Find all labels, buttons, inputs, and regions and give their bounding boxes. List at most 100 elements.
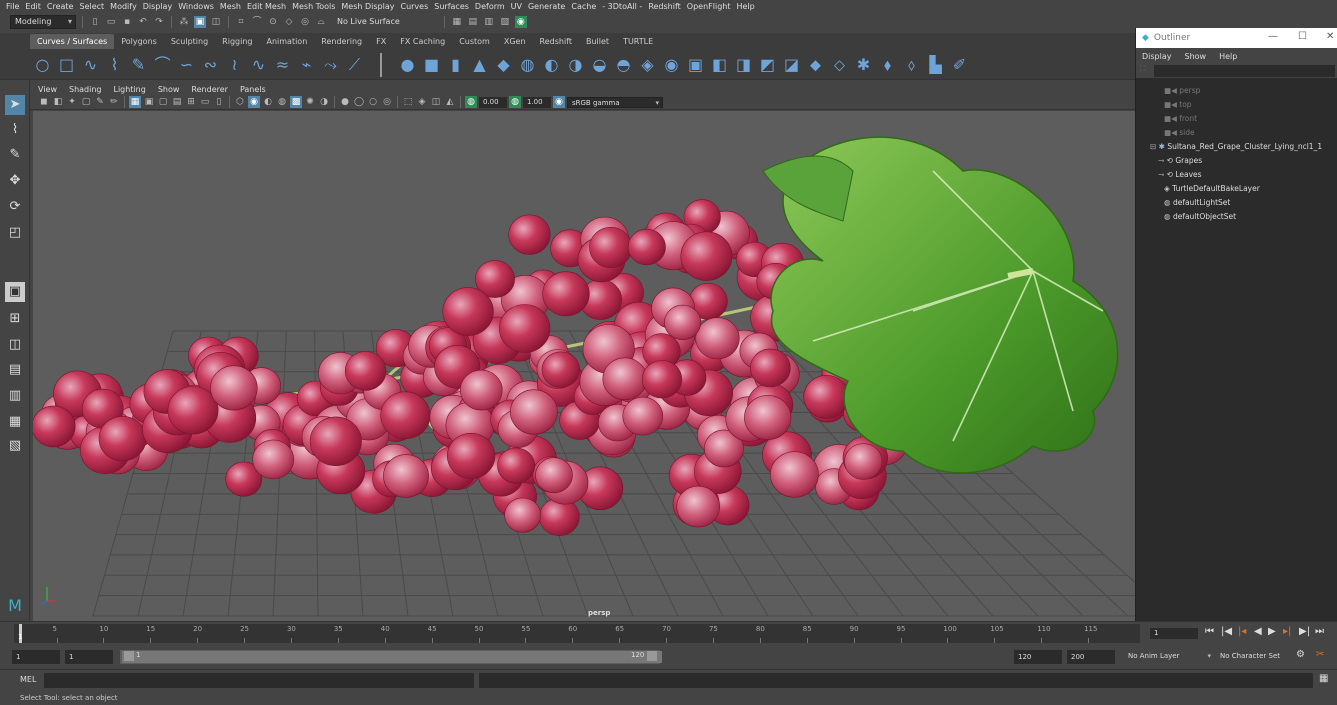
collapse-icon[interactable]: ⊟ bbox=[1150, 142, 1159, 151]
paint-select-tool-icon[interactable]: ✎ bbox=[5, 145, 25, 165]
mode-dropdown[interactable]: Modeling ▾ bbox=[10, 14, 76, 29]
scale-tool-icon[interactable]: ◰ bbox=[5, 223, 25, 243]
attach-surface-icon[interactable]: ⬨ bbox=[903, 56, 920, 73]
menu-openflight[interactable]: OpenFlight bbox=[687, 2, 737, 11]
fillet-curve-icon[interactable]: ⌁ bbox=[298, 56, 315, 73]
safe-title-icon[interactable]: ▯ bbox=[213, 96, 225, 108]
ep-curve-icon[interactable]: ∿ bbox=[82, 56, 99, 73]
panel-menu-view[interactable]: View bbox=[38, 85, 69, 94]
sculpt-geometry-icon[interactable]: ✱ bbox=[855, 56, 872, 73]
birail-icon[interactable]: ◈ bbox=[639, 56, 656, 73]
lasso-tool-icon[interactable]: ⌇ bbox=[5, 120, 25, 140]
render-icon[interactable]: ▤ bbox=[467, 16, 479, 28]
shadows-icon[interactable]: ◑ bbox=[318, 96, 330, 108]
menu-display[interactable]: Display bbox=[143, 2, 179, 11]
select-object-icon[interactable]: ▣ bbox=[194, 15, 206, 28]
nurbs-square-icon[interactable]: □ bbox=[58, 56, 75, 73]
smooth-shade-icon[interactable]: ◉ bbox=[248, 96, 260, 108]
hypershade-layout-icon[interactable]: ▦ bbox=[5, 412, 25, 432]
color-management-icon[interactable]: ◉ bbox=[553, 96, 565, 108]
step-back-key-icon[interactable]: |◀ bbox=[1221, 626, 1232, 637]
detach-curve-icon[interactable]: ≀ bbox=[226, 56, 243, 73]
stitch-icon[interactable]: ⬦ bbox=[831, 56, 848, 73]
extrude-icon[interactable]: ◓ bbox=[615, 56, 632, 73]
panel-menu-panels[interactable]: Panels bbox=[240, 85, 278, 94]
maximize-icon[interactable]: ☐ bbox=[1298, 31, 1307, 42]
motion-blur-icon[interactable]: ◈ bbox=[416, 96, 428, 108]
bevel-plus-icon[interactable]: ◧ bbox=[711, 56, 728, 73]
detach-surface-icon[interactable]: ▙ bbox=[927, 56, 944, 73]
shelf-tab-rigging[interactable]: Rigging bbox=[215, 34, 259, 49]
panel-menu-shading[interactable]: Shading bbox=[69, 85, 114, 94]
panel-menu-lighting[interactable]: Lighting bbox=[113, 85, 157, 94]
exposure-field[interactable]: 0.00 bbox=[479, 96, 507, 108]
shelf-tab-fx[interactable]: FX bbox=[369, 34, 393, 49]
safe-action-icon[interactable]: ▭ bbox=[199, 96, 211, 108]
depth-of-field-icon[interactable]: ◭ bbox=[444, 96, 456, 108]
auto-key-icon[interactable]: ⚙ bbox=[1296, 649, 1305, 660]
anti-alias-icon[interactable]: ◫ bbox=[430, 96, 442, 108]
time-slider-track[interactable]: 1 5 10 15 20 25 30 35 40 45 50 55 60 65 70 75 80 85 90 95 1… bbox=[14, 624, 1140, 643]
command-input[interactable] bbox=[44, 673, 474, 688]
nurbs-cylinder-icon[interactable]: ▮ bbox=[447, 56, 464, 73]
gamma-field[interactable]: 1.00 bbox=[523, 96, 551, 108]
xray-joints-icon[interactable]: ◯ bbox=[353, 96, 365, 108]
nurbs-circle-icon[interactable]: ○ bbox=[34, 56, 51, 73]
select-hierarchy-icon[interactable]: ⁂ bbox=[178, 16, 190, 28]
menu-file[interactable]: File bbox=[6, 2, 25, 11]
outliner-menu-show[interactable]: Show bbox=[1185, 52, 1207, 61]
intersect-icon[interactable]: ⬥ bbox=[807, 56, 824, 73]
boundary-icon[interactable]: ◉ bbox=[663, 56, 680, 73]
arc-icon[interactable]: ⌒ bbox=[154, 56, 171, 73]
go-to-start-icon[interactable]: ⏮ bbox=[1205, 626, 1214, 637]
outliner-item[interactable]: ■◀ top bbox=[1164, 98, 1192, 111]
nurbs-cone-icon[interactable]: ▲ bbox=[471, 56, 488, 73]
script-editor-icon[interactable]: ▦ bbox=[1319, 673, 1328, 684]
shelf-tab-xgen[interactable]: XGen bbox=[497, 34, 533, 49]
new-scene-icon[interactable]: ▯ bbox=[89, 16, 101, 28]
menu-cache[interactable]: Cache bbox=[571, 2, 602, 11]
play-forward-icon[interactable]: ▶ bbox=[1268, 626, 1276, 637]
rebuild-curve-icon[interactable]: ∿ bbox=[250, 56, 267, 73]
outliner-item[interactable]: ◍ defaultLightSet bbox=[1164, 196, 1230, 209]
play-backward-icon[interactable]: ◀ bbox=[1254, 626, 1262, 637]
rebuild-surface-icon[interactable]: ⬧ bbox=[879, 56, 896, 73]
viewport-persp[interactable]: persp bbox=[33, 111, 1135, 621]
time-slider[interactable]: 1 5 10 15 20 25 30 35 40 45 50 55 60 65 70 75 80 85 90 95 1… bbox=[0, 621, 1337, 644]
select-component-icon[interactable]: ◫ bbox=[210, 16, 222, 28]
menu-edit[interactable]: Edit bbox=[25, 2, 47, 11]
save-scene-icon[interactable]: ▪ bbox=[121, 16, 133, 28]
film-gate-icon[interactable]: ▣ bbox=[143, 96, 155, 108]
outliner-item[interactable]: ⊸ ⟲ Grapes bbox=[1158, 154, 1202, 167]
live-icon[interactable]: ⌓ bbox=[315, 16, 327, 28]
scene-canvas[interactable] bbox=[33, 111, 1135, 621]
revolve-icon[interactable]: ◐ bbox=[543, 56, 560, 73]
nurbs-sphere-icon[interactable]: ● bbox=[399, 56, 416, 73]
xray-icon[interactable]: ● bbox=[339, 96, 351, 108]
gamma-icon[interactable]: ◍ bbox=[509, 96, 521, 108]
layout-options-icon[interactable]: ▧ bbox=[5, 436, 25, 456]
start-time-field[interactable]: 1 bbox=[12, 650, 60, 664]
menu-modify[interactable]: Modify bbox=[110, 2, 143, 11]
outliner-item[interactable]: ⊟ ✱ Sultana_Red_Grape_Cluster_Lying_ncl1… bbox=[1150, 140, 1322, 153]
hypershade-icon[interactable]: ◉ bbox=[514, 15, 527, 28]
playback-end-field[interactable]: 120 bbox=[1014, 650, 1062, 664]
outliner-titlebar[interactable]: ◆ Outliner — ☐ ✕ bbox=[1136, 28, 1337, 48]
shelf-tab-rendering[interactable]: Rendering bbox=[314, 34, 369, 49]
image-plane-icon[interactable]: ▢ bbox=[80, 96, 92, 108]
grid-toggle-icon[interactable]: ▦ bbox=[129, 96, 141, 108]
outliner-item[interactable]: ◈ TurtleDefaultBakeLayer bbox=[1164, 182, 1260, 195]
bookmark-icon[interactable]: ✦ bbox=[66, 96, 78, 108]
loft-icon[interactable]: ◑ bbox=[567, 56, 584, 73]
outliner-item[interactable]: ■◀ front bbox=[1164, 112, 1197, 125]
character-set-dropdown[interactable]: No Character Set bbox=[1216, 650, 1292, 664]
shelf-tab-fx-caching[interactable]: FX Caching bbox=[393, 34, 452, 49]
default-lighting-icon[interactable]: ◐ bbox=[262, 96, 274, 108]
panel-menu-show[interactable]: Show bbox=[158, 85, 192, 94]
shelf-tab-polygons[interactable]: Polygons bbox=[114, 34, 164, 49]
playback-start-field[interactable]: 1 bbox=[65, 650, 113, 664]
backface-culling-icon[interactable]: ○ bbox=[367, 96, 379, 108]
graph-layout-icon[interactable]: ▥ bbox=[5, 386, 25, 406]
shelf-tab-bullet[interactable]: Bullet bbox=[579, 34, 616, 49]
nurbs-plane-icon[interactable]: ◆ bbox=[495, 56, 512, 73]
